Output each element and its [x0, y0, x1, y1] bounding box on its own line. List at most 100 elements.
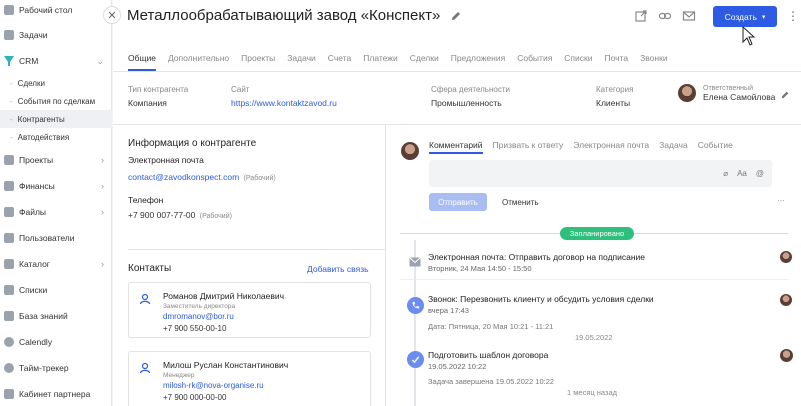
sidebar: Рабочий стол Задачи CRM ⌄ - Сделки - Событ… [0, 0, 112, 406]
tab-general[interactable]: Общие [128, 46, 156, 71]
website-link[interactable]: https://www.kontaktzavod.ru [231, 98, 337, 108]
contact-email[interactable]: dmromanov@bor.ru [163, 312, 234, 321]
partner-cabinet-icon [4, 389, 14, 399]
sidebar-item-label: Рабочий стол [19, 5, 73, 15]
chevron-right-icon: › [101, 181, 104, 191]
sidebar-item-desktop[interactable]: Рабочий стол [0, 0, 112, 23]
tab-tasks[interactable]: Задачи [287, 46, 316, 71]
create-button-label: Создать [724, 11, 757, 22]
time-tracker-icon [4, 363, 14, 373]
tasks-icon [4, 30, 14, 40]
event-title: Подготовить шаблон договора [428, 350, 549, 360]
email-link[interactable]: contact@zavodkonspect.com [128, 172, 239, 182]
responsible-field: Ответственный Елена Самойлова [678, 84, 775, 102]
sidebar-item-files[interactable]: Файлы › [0, 199, 112, 225]
chevron-right-icon: › [101, 207, 104, 217]
sidebar-item-label: Проекты [19, 155, 54, 165]
sidebar-subitem-deal-events[interactable]: - События по сделкам [0, 92, 112, 110]
timeline-event-email[interactable]: Электронная почта: Отправить договор на … [400, 246, 792, 276]
link-icon[interactable] [658, 9, 672, 23]
contact-card[interactable]: Романов Дмитрий Николаевич Заместитель д… [128, 282, 371, 338]
send-button[interactable]: Отправить [429, 193, 487, 211]
sidebar-subitem-deals[interactable]: - Сделки [0, 74, 112, 92]
tab-comment[interactable]: Комментарий [429, 140, 483, 154]
tab-payments[interactable]: Платежи [363, 46, 397, 71]
create-button[interactable]: Создать ▾ [713, 6, 777, 27]
contact-card[interactable]: Милош Руслан Константинович Менеджер mil… [128, 351, 371, 406]
field-value: Елена Самойлова [703, 91, 776, 102]
sidebar-item-crm[interactable]: CRM ⌄ [0, 48, 112, 74]
tab-invoices[interactable]: Счета [328, 46, 351, 71]
mail-icon [409, 257, 421, 267]
sidebar-subitem-counterparties[interactable]: - Контрагенты [0, 110, 112, 128]
chevron-down-icon: ▾ [761, 13, 766, 21]
paperclip-icon[interactable]: ⌀ [723, 169, 728, 178]
sidebar-subitem-auto-actions[interactable]: - Автодействия [0, 128, 112, 146]
field-label: Ответственный [703, 84, 753, 92]
tab-task[interactable]: Задача [659, 140, 688, 154]
close-panel-button[interactable]: ✕ [103, 6, 121, 24]
date-separator: 1 месяц назад [567, 388, 617, 397]
sidebar-item-finance[interactable]: Финансы › [0, 173, 112, 199]
sidebar-item-partner-cabinet[interactable]: Кабинет партнера [0, 381, 112, 406]
tab-lists[interactable]: Списки [564, 46, 592, 71]
tab-offers[interactable]: Предложения [451, 46, 505, 71]
text-format-icon[interactable]: Aa [737, 169, 747, 178]
email-label: Электронная почта [128, 155, 204, 165]
chevron-right-icon: › [101, 259, 104, 269]
chevron-right-icon: › [101, 155, 104, 165]
field-value: Компания [128, 98, 167, 108]
sidebar-item-knowledge-base[interactable]: База знаний [0, 303, 112, 329]
sphere-field: Сфера деятельности Промышленность [431, 85, 510, 108]
tab-projects[interactable]: Проекты [241, 46, 275, 71]
pencil-icon[interactable] [780, 90, 790, 100]
sidebar-item-label: Пользователи [19, 233, 75, 243]
timeline-event-call[interactable]: Звонок: Перезвонить клиенту и обсудить у… [400, 288, 792, 338]
contact-name: Милош Руслан Константинович [163, 360, 289, 370]
pencil-icon[interactable] [450, 10, 462, 22]
contact-phone[interactable]: +7 900 550-00-10 [163, 324, 226, 333]
mention-icon[interactable]: @ [756, 169, 764, 178]
tab-additional[interactable]: Дополнительно [168, 46, 229, 71]
contact-email[interactable]: milosh-rk@nova-organise.ru [163, 381, 264, 390]
contact-phone[interactable]: +7 900 000-00-00 [163, 393, 226, 402]
timeline-event-task[interactable]: Подготовить шаблон договора 19.05.2022 1… [400, 344, 793, 390]
tab-email[interactable]: Электронная почта [573, 140, 649, 154]
phone-number[interactable]: +7 900 007-77-00 [128, 210, 195, 220]
knowledge-base-icon [4, 311, 14, 321]
field-value: Клиенты [596, 98, 631, 108]
tab-call-to-answer[interactable]: Призвать к ответу [493, 140, 564, 154]
add-relation-link[interactable]: Добавить связь [307, 264, 369, 274]
cancel-button[interactable]: Отменить [502, 198, 539, 207]
more-menu-icon[interactable]: ⋮ [787, 9, 799, 23]
tab-deals[interactable]: Сделки [410, 46, 439, 71]
sidebar-item-lists[interactable]: Списки [0, 277, 112, 303]
finance-icon [4, 181, 14, 191]
panel-header: Металлообрабатывающий завод «Конспект» С… [113, 0, 801, 46]
tab-mail[interactable]: Почта [605, 46, 629, 71]
open-external-icon[interactable] [634, 9, 648, 23]
mail-icon[interactable] [682, 9, 696, 23]
event-date: Дата: Пятница, 20 Мая 10:21 - 11:21 [428, 322, 554, 331]
avatar [401, 142, 419, 160]
phone-value: +7 900 007-77-00 (Рабочий) [128, 210, 373, 220]
page-title: Металлообрабатывающий завод «Конспект» [127, 7, 441, 24]
tab-events[interactable]: События [517, 46, 552, 71]
sidebar-item-tasks[interactable]: Задачи [0, 22, 112, 48]
sidebar-item-label: Списки [19, 285, 48, 295]
sidebar-item-catalog[interactable]: Каталог › [0, 251, 112, 277]
website-field: Сайт https://www.kontaktzavod.ru [231, 85, 337, 108]
event-time: 19.05.2022 10:22 [428, 362, 487, 371]
event-status: Задача завершена 19.05.2022 10:22 [428, 377, 555, 386]
tab-event[interactable]: Событие [698, 140, 733, 154]
more-options-icon[interactable]: ··· [777, 196, 785, 205]
tab-calls[interactable]: Звонки [640, 46, 667, 71]
sidebar-item-projects[interactable]: Проекты › [0, 147, 112, 173]
lists-icon [4, 285, 14, 295]
sidebar-item-time-tracker[interactable]: Тайм-трекер [0, 355, 112, 381]
comment-input[interactable]: ⌀ Aa @ [429, 160, 772, 187]
sidebar-subitem-label: Контрагенты [17, 114, 65, 124]
avatar [780, 251, 792, 263]
sidebar-item-calendly[interactable]: Calendly [0, 329, 112, 355]
sidebar-item-users[interactable]: Пользователи [0, 225, 112, 251]
